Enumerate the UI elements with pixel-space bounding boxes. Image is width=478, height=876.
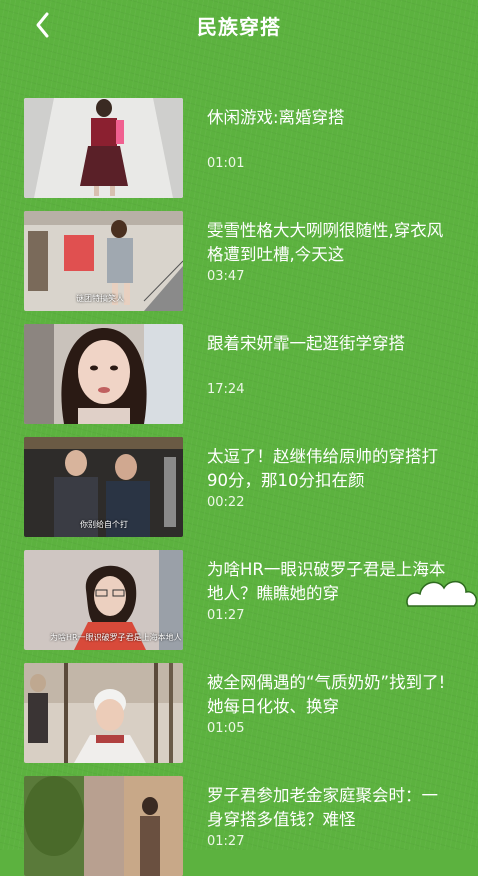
- video-thumbnail[interactable]: 为啥HR一眼识破罗子君是上海本地人: [24, 550, 183, 650]
- video-thumbnail[interactable]: 谜团特搞笑人: [24, 211, 183, 311]
- video-title: 太逗了！赵继伟给原帅的穿搭打90分，那10分扣在颜: [207, 447, 438, 490]
- video-duration: 03:47: [207, 269, 245, 284]
- video-thumbnail[interactable]: [24, 98, 183, 198]
- video-item[interactable]: 被全网偶遇的“气质奶奶”找到了!她每日化妆、换穿 01:05: [24, 663, 464, 763]
- video-title: 雯雪性格大大咧咧很随性,穿衣风格遭到吐槽,今天这: [207, 221, 444, 264]
- video-item[interactable]: 罗子君参加老金家庭聚会时：一身穿搭多值钱？难怪 01:27: [24, 776, 464, 876]
- video-duration: 17:24: [207, 382, 245, 397]
- video-item[interactable]: 谜团特搞笑人 雯雪性格大大咧咧很随性,穿衣风格遭到吐槽,今天这 03:47: [24, 211, 464, 311]
- video-item[interactable]: 你别给自个打 太逗了！赵继伟给原帅的穿搭打90分，那10分扣在颜 00:22: [24, 437, 464, 537]
- video-thumbnail[interactable]: [24, 663, 183, 763]
- video-title: 跟着宋妍霏一起逛街学穿搭: [207, 334, 405, 353]
- video-title: 罗子君参加老金家庭聚会时：一身穿搭多值钱？难怪: [207, 786, 438, 829]
- thumbnail-caption: 谜团特搞笑人: [76, 294, 124, 303]
- video-thumbnail[interactable]: [24, 324, 183, 424]
- video-duration: 01:05: [207, 721, 245, 736]
- video-duration: 01:01: [207, 156, 245, 171]
- thumbnail-caption: 为啥HR一眼识破罗子君是上海本地人: [50, 633, 182, 642]
- video-title: 被全网偶遇的“气质奶奶”找到了!她每日化妆、换穿: [207, 673, 446, 716]
- cloud-icon: [406, 580, 478, 607]
- video-title: 休闲游戏:离婚穿搭: [207, 108, 345, 127]
- video-duration: 01:27: [207, 608, 245, 623]
- video-thumbnail[interactable]: [24, 776, 183, 876]
- thumbnail-caption: 你别给自个打: [80, 520, 128, 529]
- video-item[interactable]: 跟着宋妍霏一起逛街学穿搭 17:24: [24, 324, 464, 424]
- video-thumbnail[interactable]: 你别给自个打: [24, 437, 183, 537]
- top-bar: 民族穿搭: [0, 0, 478, 52]
- video-duration: 01:27: [207, 834, 245, 849]
- video-item[interactable]: 休闲游戏:离婚穿搭 01:01: [24, 98, 464, 198]
- video-item[interactable]: 为啥HR一眼识破罗子君是上海本地人 为啥HR一眼识破罗子君是上海本地人？瞧瞧她的…: [24, 550, 464, 650]
- page-title: 民族穿搭: [197, 15, 281, 39]
- video-duration: 00:22: [207, 495, 245, 510]
